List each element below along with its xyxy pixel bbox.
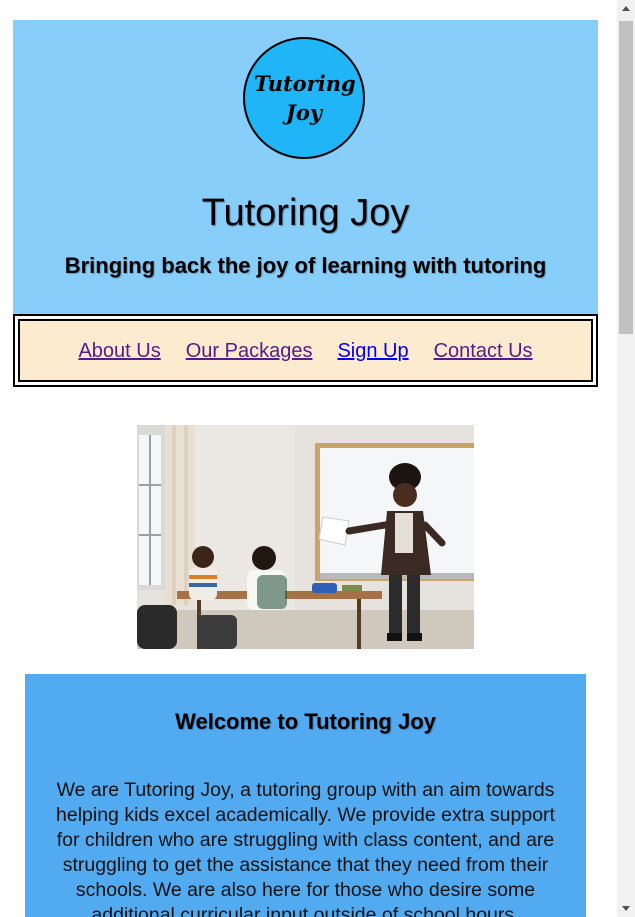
welcome-heading: Welcome to Tutoring Joy	[175, 709, 436, 734]
site-header: Tutoring Joy Tutoring Joy Bringing back …	[13, 20, 598, 314]
classroom-photo-icon	[137, 425, 474, 649]
welcome-paragraph: We are Tutoring Joy, a tutoring group wi…	[56, 779, 555, 917]
vertical-scrollbar[interactable]	[617, 0, 635, 917]
scrollbar-thumb[interactable]	[619, 21, 633, 334]
main-navigation: About Us Our Packages Sign Up Contact Us	[13, 314, 598, 387]
logo-text: Tutoring Joy	[254, 71, 356, 125]
nav-link-contact-us[interactable]: Contact Us	[434, 338, 533, 364]
site-tagline: Bringing back the joy of learning with t…	[64, 253, 547, 278]
scroll-up-arrow-icon[interactable]	[617, 0, 635, 17]
page-viewport: Tutoring Joy Tutoring Joy Bringing back …	[0, 0, 617, 917]
nav-link-sign-up[interactable]: Sign Up	[337, 338, 408, 364]
nav-link-about-us[interactable]: About Us	[78, 338, 160, 364]
welcome-section: Welcome to Tutoring Joy We are Tutoring …	[25, 674, 586, 917]
site-title: Tutoring Joy	[201, 192, 410, 234]
scroll-down-arrow-icon[interactable]	[617, 900, 635, 917]
nav-link-our-packages[interactable]: Our Packages	[186, 338, 313, 364]
logo: Tutoring Joy	[243, 37, 365, 159]
hero-image	[137, 425, 474, 649]
nav-bar: About Us Our Packages Sign Up Contact Us	[18, 319, 593, 382]
